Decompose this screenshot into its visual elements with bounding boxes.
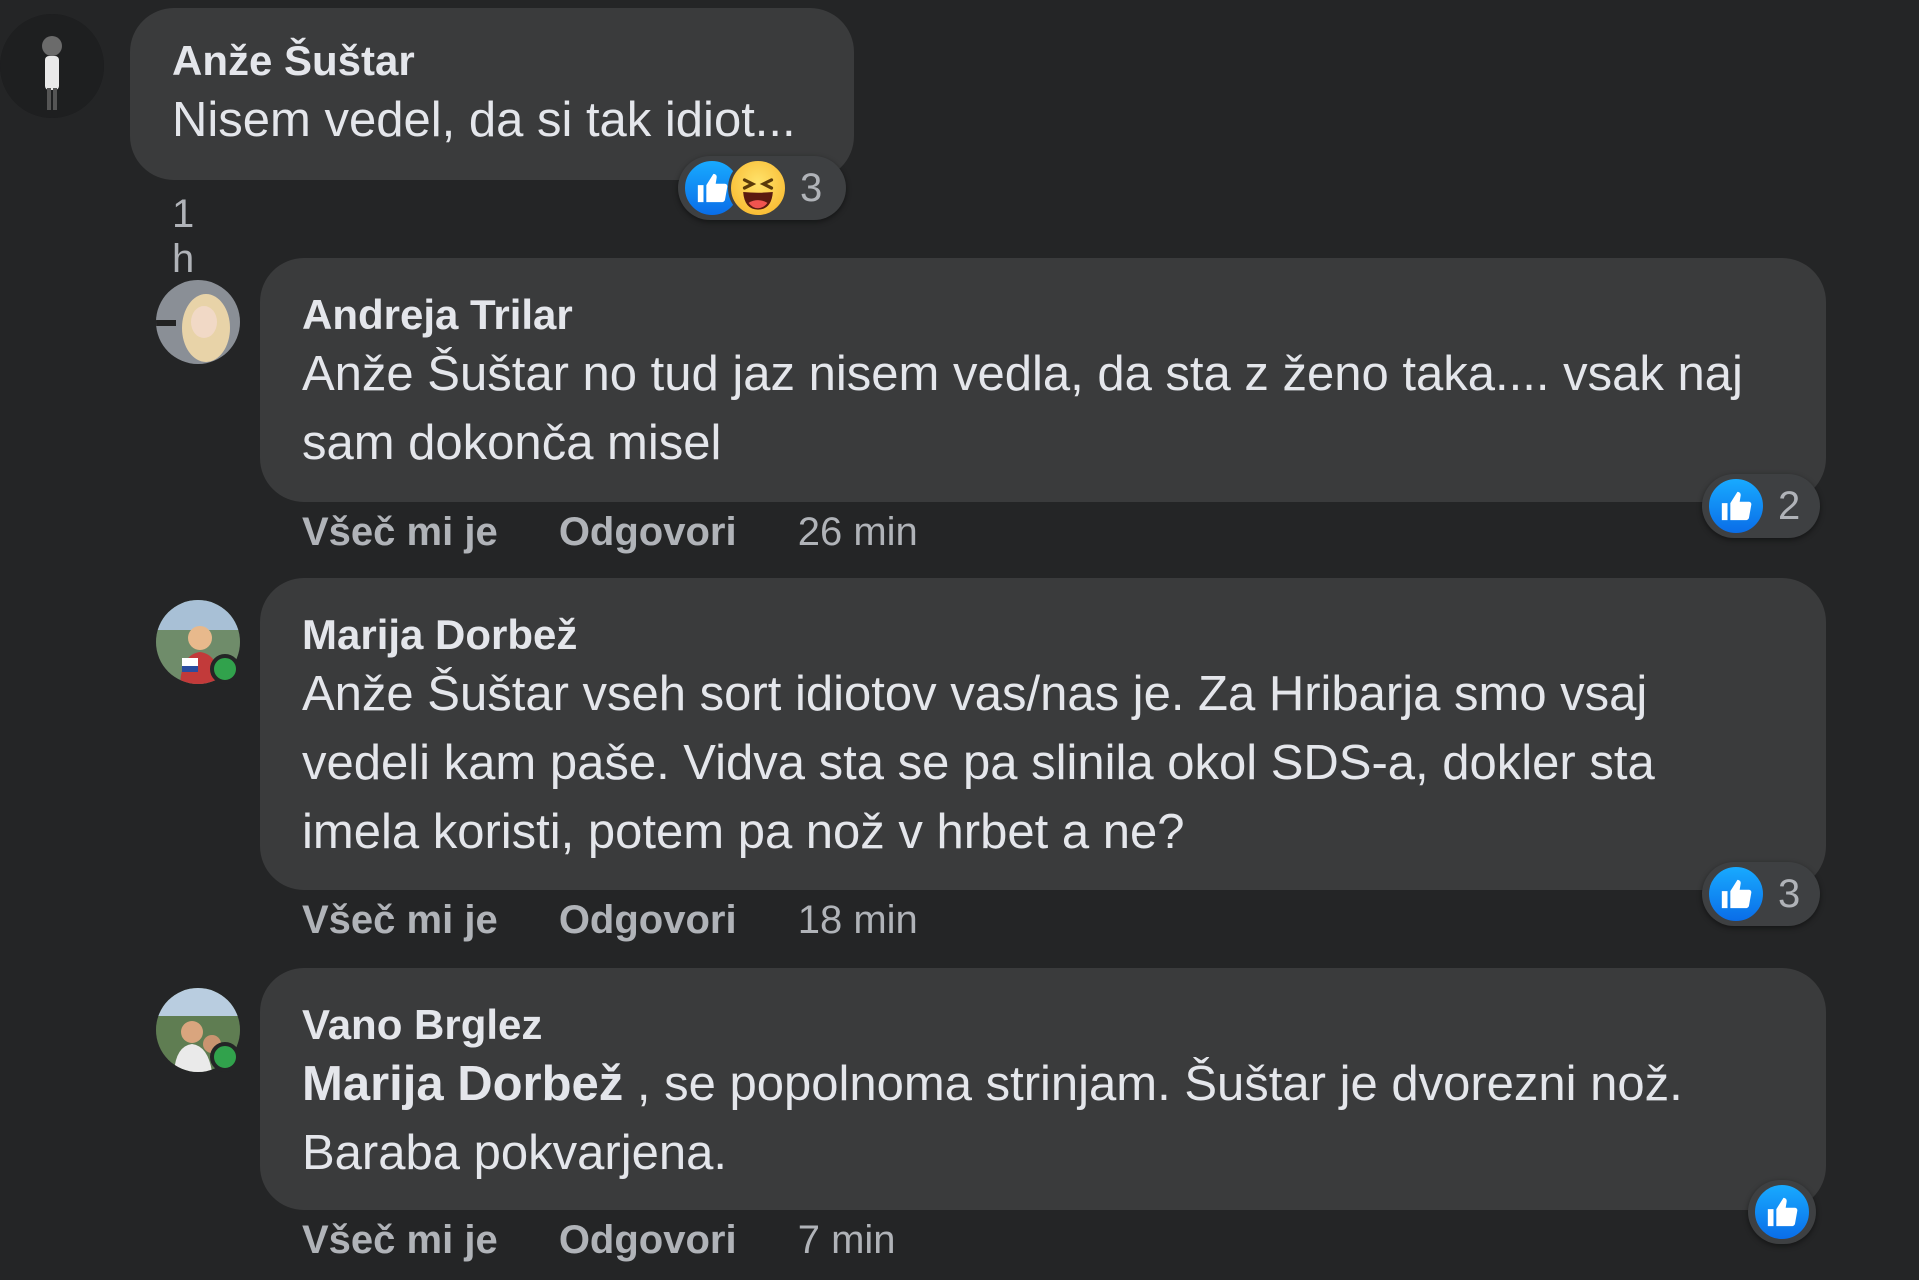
comment-bubble: Marija Dorbež Anže Šuštar vseh sort idio… [260,578,1826,890]
comment-author[interactable]: Vano Brglez [302,1000,1784,1050]
avatar[interactable] [156,280,240,364]
comment-actions: Všeč mi je Odgovori 18 min [302,898,918,943]
like-button[interactable]: Všeč mi je [302,1218,498,1262]
avatar-image [0,14,104,118]
like-reaction-icon [1706,476,1766,536]
reaction-count: 3 [800,165,823,210]
comment-text: Anže Šuštar no tud jaz nisem vedla, da s… [302,347,1743,471]
like-button[interactable]: Všeč mi je [302,898,498,942]
comment-bubble: Vano Brglez Marija Dorbež , se popolnoma… [260,968,1826,1210]
comment-timestamp[interactable]: 18 min [798,898,918,942]
avatar-image [156,280,240,364]
reply-button[interactable]: Odgovori [559,898,737,942]
comment-text: Nisem vedel, da si tak idiot... [172,93,796,148]
reaction-summary[interactable]: 3 [678,156,846,220]
like-reaction-icon [1706,864,1766,924]
comment-text: Anže Šuštar vseh sort idiotov vas/nas je… [302,667,1655,860]
comment-timestamp[interactable]: 7 min [798,1218,896,1262]
comment-author[interactable]: Andreja Trilar [302,290,1784,340]
reply-button[interactable]: Odgovori [559,1218,737,1262]
comment-bubble: Andreja Trilar Anže Šuštar no tud jaz ni… [260,258,1826,502]
reaction-count: 3 [1778,871,1801,916]
comment-timestamp[interactable]: 26 min [798,510,918,554]
comment-bubble: Anže Šuštar Nisem vedel, da si tak idiot… [130,8,854,180]
online-status-indicator [210,1042,240,1072]
reply-button[interactable]: Odgovori [559,510,737,554]
like-button[interactable]: Všeč mi je [302,510,498,554]
comment-text: Marija Dorbež , se popolnoma strinjam. Š… [302,1050,1782,1188]
comment-author[interactable]: Anže Šuštar [172,36,812,86]
comment-actions: Všeč mi je Odgovori 7 min [302,1218,896,1263]
like-reaction-icon [1752,1182,1812,1242]
comment-timestamp[interactable]: 1 h [172,192,194,282]
online-status-indicator [210,654,240,684]
reaction-summary[interactable] [1748,1180,1816,1244]
reaction-summary[interactable]: 3 [1702,862,1820,926]
haha-reaction-icon [728,158,788,218]
mention-link[interactable]: Marija Dorbež [302,1057,623,1111]
avatar[interactable] [0,14,104,118]
comment-author[interactable]: Marija Dorbež [302,610,1784,660]
reaction-summary[interactable]: 2 [1702,474,1820,538]
comment-actions: Všeč mi je Odgovori 26 min [302,510,918,555]
reaction-count: 2 [1778,483,1801,528]
